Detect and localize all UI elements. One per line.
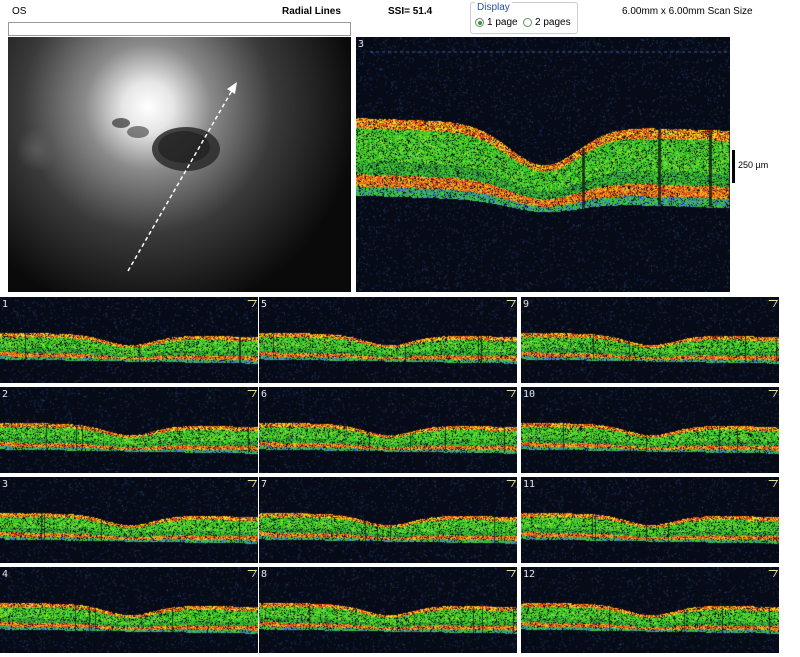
scan-type-label: Radial Lines (282, 6, 341, 17)
bscan-thumbnail-canvas (259, 387, 517, 473)
main-bscan-canvas (356, 37, 730, 292)
bscan-thumbnail-7[interactable]: 7 (259, 477, 517, 563)
bscan-thumbnail-canvas (521, 297, 779, 383)
bscan-thumbnail-4[interactable]: 4 (0, 567, 258, 653)
radio-1-page-label: 1 page (487, 17, 518, 28)
bscan-thumbnail-number: 7 (261, 479, 268, 490)
radio-1-page-dot[interactable] (475, 18, 484, 27)
bscan-thumbnail-number: 4 (2, 569, 9, 580)
bscan-thumbnail-number: 1 (2, 299, 9, 310)
bscan-thumbnail-canvas (0, 567, 258, 653)
radio-2-pages[interactable]: 2 pages (523, 17, 571, 28)
bscan-thumbnail-canvas (0, 477, 258, 563)
bscan-thumbnail-number: 11 (523, 479, 536, 490)
bscan-thumbnail-8[interactable]: 8 (259, 567, 517, 653)
main-bscan[interactable]: 3 (356, 37, 730, 292)
bscan-thumbnail-number: 8 (261, 569, 268, 580)
bscan-thumbnail-9[interactable]: 9 (521, 297, 779, 383)
radio-2-pages-label: 2 pages (535, 17, 571, 28)
bscan-thumbnail-12[interactable]: 12 (521, 567, 779, 653)
bscan-thumbnail-number: 2 (2, 389, 9, 400)
bscan-thumbnail-canvas (0, 387, 258, 473)
bscan-thumbnail-canvas (259, 477, 517, 563)
bscan-thumbnail-10[interactable]: 10 (521, 387, 779, 473)
bscan-thumbnail-number: 3 (2, 479, 9, 490)
bscan-thumbnail-number: 9 (523, 299, 530, 310)
bscan-thumbnail-number: 5 (261, 299, 268, 310)
bscan-thumbnail-6[interactable]: 6 (259, 387, 517, 473)
display-legend: Display (475, 2, 512, 13)
bscan-thumbnail-canvas (521, 567, 779, 653)
bscan-thumbnail-1[interactable]: 1 (0, 297, 258, 383)
bscan-thumbnail-3[interactable]: 3 (0, 477, 258, 563)
bscan-thumbnail-canvas (521, 477, 779, 563)
fundus-title-bar (8, 22, 351, 36)
main-scan-number: 3 (358, 39, 365, 50)
radio-2-pages-dot[interactable] (523, 18, 532, 27)
bscan-thumbnail-canvas (259, 567, 517, 653)
radio-1-page[interactable]: 1 page (475, 17, 518, 28)
bscan-thumbnail-canvas (521, 387, 779, 473)
bscan-thumbnail-number: 10 (523, 389, 536, 400)
bscan-thumbnail-11[interactable]: 11 (521, 477, 779, 563)
scale-bar (732, 150, 735, 183)
bscan-thumbnail-canvas (259, 297, 517, 383)
bscan-thumbnail-number: 12 (523, 569, 536, 580)
scan-size-label: 6.00mm x 6.00mm Scan Size (622, 6, 753, 17)
bscan-thumbnail-number: 6 (261, 389, 268, 400)
bscan-thumbnail-2[interactable]: 2 (0, 387, 258, 473)
bscan-thumbnail-canvas (0, 297, 258, 383)
bscan-thumbnail-5[interactable]: 5 (259, 297, 517, 383)
fundus-image[interactable] (8, 37, 351, 292)
display-options-group: Display 1 page 2 pages (470, 2, 578, 34)
scale-label: 250 µm (738, 160, 769, 170)
eye-label: OS (12, 6, 27, 17)
ssi-label: SSI= 51.4 (388, 6, 433, 17)
